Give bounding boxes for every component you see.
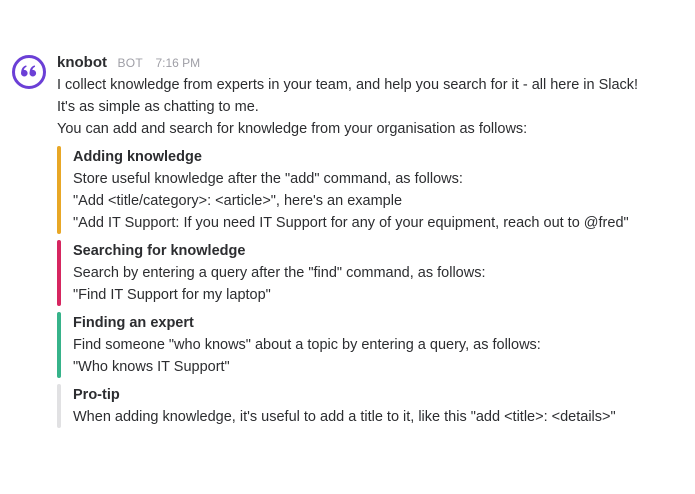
attachment-title: Searching for knowledge (73, 243, 246, 259)
message-text-line: I collect knowledge from experts in your… (57, 77, 639, 93)
attachment-title: Adding knowledge (73, 149, 202, 165)
message-text-line: You can add and search for knowledge fro… (57, 121, 528, 137)
message-text-line: It's as simple as chatting to me. (57, 99, 259, 115)
username-link[interactable]: knobot (57, 54, 107, 71)
message-content: knobot BOT 7:16 PM I collect knowledge f… (57, 52, 687, 428)
quote-icon[interactable] (12, 55, 46, 89)
attachment-text-line: "Add IT Support: If you need IT Support … (73, 215, 629, 231)
attachment-text-line: Search by entering a query after the "fi… (73, 265, 486, 281)
attachment-adding-knowledge: Adding knowledge Store useful knowledge … (57, 146, 687, 234)
attachment-text-line: Find someone "who knows" about a topic b… (73, 337, 541, 353)
attachment-searching-knowledge: Searching for knowledge Search by enteri… (57, 240, 687, 306)
bot-badge: BOT (117, 56, 144, 70)
attachment-text-line: When adding knowledge, it's useful to ad… (73, 409, 616, 425)
attachment-finding-expert: Finding an expert Find someone "who know… (57, 312, 687, 378)
timestamp-link[interactable]: 7:16 PM (155, 56, 200, 70)
attachment-color-bar (57, 384, 61, 428)
attachment-text-line: "Add <title/category>: <article>", here'… (73, 193, 403, 209)
attachment-text-line: Store useful knowledge after the "add" c… (73, 171, 463, 187)
message-header: knobot BOT 7:16 PM (57, 52, 687, 74)
attachment-title: Pro-tip (73, 387, 120, 403)
attachment-color-bar (57, 312, 61, 378)
attachment-text-line: "Find IT Support for my laptop" (73, 287, 271, 303)
attachment-color-bar (57, 146, 61, 234)
attachment-text-line: "Who knows IT Support" (73, 359, 230, 375)
attachment-pro-tip: Pro-tip When adding knowledge, it's usef… (57, 384, 687, 428)
attachment-color-bar (57, 240, 61, 306)
attachment-title: Finding an expert (73, 315, 194, 331)
